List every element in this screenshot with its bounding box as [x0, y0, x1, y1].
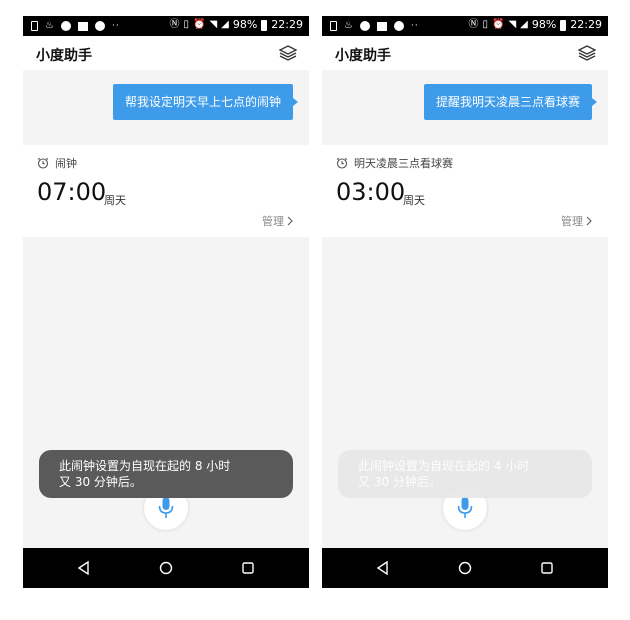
- alarm-day: 周天: [403, 194, 425, 207]
- alarm-icon: ⏰: [192, 19, 206, 30]
- chevron-right-icon: [586, 216, 592, 226]
- nfc-icon: Ⓝ: [468, 19, 479, 30]
- toast-line-2: 又 30 分钟后。: [59, 475, 142, 489]
- chat-area: 提醒我明天凌晨三点看球赛: [322, 70, 608, 142]
- recents-icon[interactable]: [539, 560, 555, 576]
- app-bar: 小度助手: [322, 36, 608, 70]
- microphone-icon: [158, 497, 174, 518]
- alarm-time: 07:00: [37, 178, 107, 206]
- status-bar: ♨ ·· Ⓝ ▯ ⏰ ◥ ◢ 98% 22:29: [322, 16, 608, 36]
- notification-dot-icon: [393, 21, 404, 31]
- navigation-bar: [23, 548, 309, 588]
- card-label: 闹钟: [55, 157, 77, 170]
- chat-area: 帮我设定明天早上七点的闹钟: [23, 70, 309, 142]
- chevron-right-icon: [287, 216, 293, 226]
- alarm-card[interactable]: 闹钟 07:00 周天 管理: [23, 145, 309, 237]
- status-bar: ♨ ·· Ⓝ ▯ ⏰ ◥ ◢ 98% 22:29: [23, 16, 309, 36]
- clock-time: 22:29: [570, 18, 602, 31]
- layers-icon[interactable]: [279, 45, 297, 61]
- app-bar: 小度助手: [23, 36, 309, 70]
- toast-line-2: 又 30 分钟后。: [358, 475, 441, 489]
- app-title: 小度助手: [36, 48, 92, 64]
- clock-icon: [336, 157, 348, 169]
- app-notification-icon: ♨: [45, 20, 54, 31]
- manage-label: 管理: [262, 215, 284, 228]
- manage-link[interactable]: 管理: [262, 213, 293, 229]
- card-label: 明天凌晨三点看球赛: [354, 157, 453, 170]
- vibrate-icon: ▯: [183, 19, 189, 30]
- sim-icon: [31, 21, 38, 31]
- wifi-icon: ◥: [209, 19, 218, 30]
- home-icon[interactable]: [457, 560, 473, 576]
- user-query-bubble: 帮我设定明天早上七点的闹钟: [112, 84, 299, 120]
- image-icon: [376, 21, 387, 31]
- battery-icon: [261, 19, 268, 31]
- alarm-day: 周天: [104, 194, 126, 207]
- phone-screen-right: ♨ ·· Ⓝ ▯ ⏰ ◥ ◢ 98% 22:29 小度助手 提醒我明天凌晨三点看…: [322, 16, 608, 588]
- sim-icon: [330, 21, 337, 31]
- phone-screen-left: ♨ ·· Ⓝ ▯ ⏰ ◥ ◢ 98% 22:29 小度助手 帮我设定明天早上七点…: [23, 16, 309, 588]
- back-icon[interactable]: [76, 560, 92, 576]
- manage-label: 管理: [561, 215, 583, 228]
- recents-icon[interactable]: [240, 560, 256, 576]
- clock-icon: [37, 157, 49, 169]
- more-notifications-icon: ··: [111, 21, 120, 31]
- notification-dot-icon: [60, 21, 71, 31]
- manage-link[interactable]: 管理: [561, 213, 592, 229]
- alarm-icon: ⏰: [491, 19, 505, 30]
- layers-icon[interactable]: [578, 45, 596, 61]
- user-query-bubble: 提醒我明天凌晨三点看球赛: [423, 84, 598, 120]
- notification-dot-icon: [94, 21, 105, 31]
- toast-line-1: 此闹钟设置为自现在起的 8 小时: [59, 459, 231, 473]
- image-icon: [77, 21, 88, 31]
- alarm-time: 03:00: [336, 178, 406, 206]
- battery-percent: 98%: [232, 18, 258, 31]
- more-notifications-icon: ··: [410, 21, 419, 31]
- navigation-bar: [322, 548, 608, 588]
- vibrate-icon: ▯: [482, 19, 488, 30]
- notification-dot-icon: [359, 21, 370, 31]
- no-signal-icon: ◢: [221, 19, 229, 30]
- toast-message: 此闹钟设置为自现在起的 4 小时 又 30 分钟后。: [338, 450, 592, 498]
- nfc-icon: Ⓝ: [169, 19, 180, 30]
- toast-message: 此闹钟设置为自现在起的 8 小时 又 30 分钟后。: [39, 450, 293, 498]
- app-title: 小度助手: [335, 48, 391, 64]
- battery-percent: 98%: [531, 18, 557, 31]
- battery-icon: [560, 19, 567, 31]
- no-signal-icon: ◢: [520, 19, 528, 30]
- microphone-icon: [457, 497, 473, 518]
- home-icon[interactable]: [158, 560, 174, 576]
- app-notification-icon: ♨: [344, 20, 353, 31]
- back-icon[interactable]: [375, 560, 391, 576]
- toast-line-1: 此闹钟设置为自现在起的 4 小时: [358, 459, 530, 473]
- alarm-card[interactable]: 明天凌晨三点看球赛 03:00 周天 管理: [322, 145, 608, 237]
- clock-time: 22:29: [271, 18, 303, 31]
- wifi-icon: ◥: [508, 19, 517, 30]
